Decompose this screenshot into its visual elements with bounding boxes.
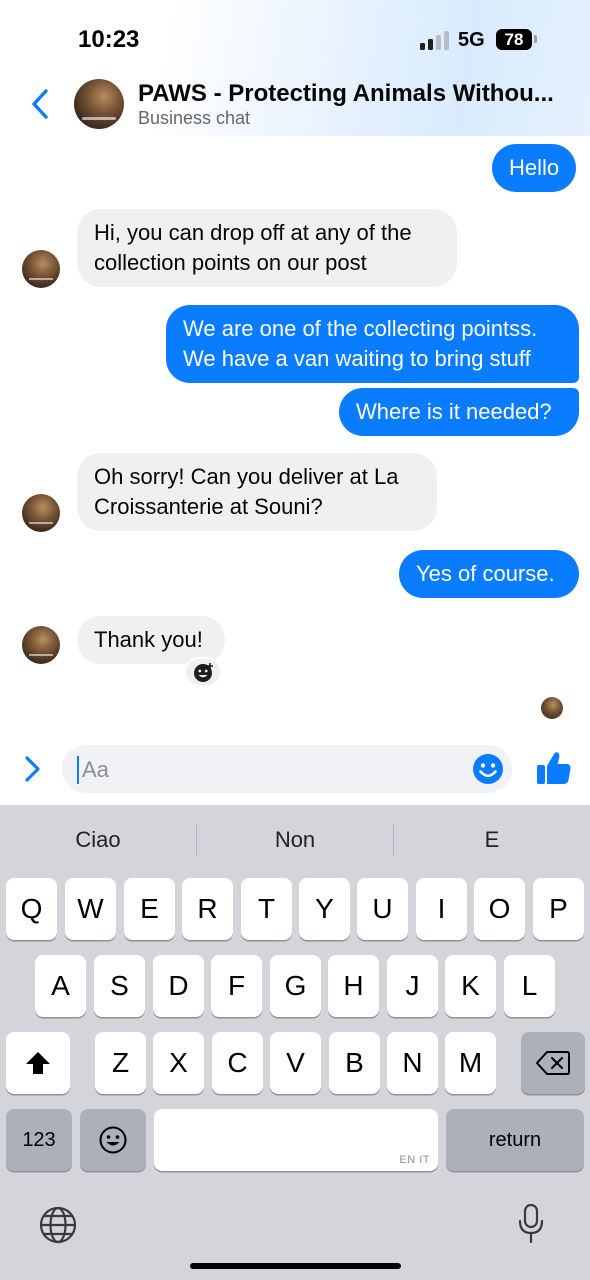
read-receipt-avatar bbox=[541, 697, 563, 719]
chat-subtitle: Business chat bbox=[138, 108, 251, 128]
key-p[interactable]: P bbox=[533, 878, 584, 940]
microphone-icon[interactable] bbox=[516, 1202, 546, 1246]
message-line: We are one of the collecting pointss. bbox=[183, 316, 538, 341]
sender-avatar[interactable] bbox=[22, 250, 60, 288]
key-o[interactable]: O bbox=[474, 878, 525, 940]
key-d[interactable]: D bbox=[153, 955, 204, 1017]
message-line: We have a van waiting to bring stuff bbox=[183, 346, 531, 371]
message-text: Hello bbox=[509, 155, 560, 180]
key-t[interactable]: T bbox=[241, 878, 292, 940]
chevron-left-icon[interactable] bbox=[26, 84, 56, 124]
key-r[interactable]: R bbox=[182, 878, 233, 940]
key-b[interactable]: B bbox=[329, 1032, 380, 1094]
backspace-icon bbox=[536, 1051, 570, 1075]
key-v[interactable]: V bbox=[270, 1032, 321, 1094]
message-text: Thank you! bbox=[94, 627, 203, 652]
key-w[interactable]: W bbox=[65, 878, 116, 940]
message-bubble-incoming[interactable]: Oh sorry! Can you deliver at La Croissan… bbox=[77, 453, 437, 531]
key-s[interactable]: S bbox=[94, 955, 145, 1017]
space-key[interactable]: EN IT bbox=[154, 1109, 438, 1171]
message-line: Oh sorry! Can you deliver at La bbox=[94, 464, 399, 489]
key-x[interactable]: X bbox=[153, 1032, 204, 1094]
sender-avatar[interactable] bbox=[22, 626, 60, 664]
text-caret bbox=[77, 756, 79, 784]
sender-avatar[interactable] bbox=[22, 494, 60, 532]
message-bubble-incoming[interactable]: Hi, you can drop off at any of the colle… bbox=[77, 209, 457, 287]
message-input[interactable] bbox=[62, 745, 512, 793]
key-k[interactable]: K bbox=[445, 955, 496, 1017]
key-n[interactable]: N bbox=[387, 1032, 438, 1094]
key-q[interactable]: Q bbox=[6, 878, 57, 940]
suggestion-3[interactable]: E bbox=[394, 827, 590, 853]
key-l[interactable]: L bbox=[504, 955, 555, 1017]
return-key[interactable]: return bbox=[446, 1109, 584, 1171]
backspace-key[interactable] bbox=[521, 1032, 585, 1094]
cellular-signal-icon bbox=[420, 30, 450, 50]
keyboard: Ciao Non E Q W E R T Y U I O P A S D F G… bbox=[0, 805, 590, 1280]
message-line: Croissanterie at Souni? bbox=[94, 494, 323, 519]
globe-icon[interactable] bbox=[38, 1205, 78, 1245]
key-e[interactable]: E bbox=[124, 878, 175, 940]
message-line: collection points on our post bbox=[94, 250, 367, 275]
message-input-placeholder: Aa bbox=[82, 757, 109, 782]
battery-tip bbox=[534, 35, 537, 43]
react-emoji-icon bbox=[194, 663, 213, 682]
key-f[interactable]: F bbox=[211, 955, 262, 1017]
status-time: 10:23 bbox=[78, 26, 140, 53]
suggestion-1[interactable]: Ciao bbox=[0, 827, 196, 853]
key-c[interactable]: C bbox=[212, 1032, 263, 1094]
key-i[interactable]: I bbox=[416, 878, 467, 940]
keyboard-emoji-icon bbox=[99, 1126, 127, 1154]
battery-indicator: 78 bbox=[496, 29, 532, 50]
shift-key[interactable] bbox=[6, 1032, 70, 1094]
key-h[interactable]: H bbox=[328, 955, 379, 1017]
key-z[interactable]: Z bbox=[95, 1032, 146, 1094]
key-u[interactable]: U bbox=[357, 878, 408, 940]
suggestion-2[interactable]: Non bbox=[197, 827, 393, 853]
message-bubble-outgoing[interactable]: Where is it needed? bbox=[339, 388, 579, 436]
network-type: 5G bbox=[458, 29, 485, 51]
message-bubble-outgoing[interactable]: We are one of the collecting pointss. We… bbox=[166, 305, 579, 383]
key-m[interactable]: M bbox=[445, 1032, 496, 1094]
contact-avatar[interactable] bbox=[74, 79, 124, 129]
message-bubble-outgoing[interactable]: Yes of course. bbox=[399, 550, 579, 598]
key-g[interactable]: G bbox=[270, 955, 321, 1017]
key-y[interactable]: Y bbox=[299, 878, 350, 940]
space-language-label: EN IT bbox=[399, 1154, 430, 1166]
shift-icon bbox=[26, 1052, 50, 1074]
key-j[interactable]: J bbox=[387, 955, 438, 1017]
emoji-key[interactable] bbox=[80, 1109, 146, 1171]
key-a[interactable]: A bbox=[35, 955, 86, 1017]
message-text: Yes of course. bbox=[416, 561, 555, 586]
numbers-key[interactable]: 123 bbox=[6, 1109, 72, 1171]
message-text: Where is it needed? bbox=[356, 399, 552, 424]
home-indicator bbox=[190, 1263, 401, 1269]
emoji-icon[interactable] bbox=[472, 753, 504, 785]
message-bubble-outgoing[interactable]: Hello bbox=[492, 144, 577, 192]
chat-header: 10:23 5G 78 PAWS - Protecting Animals Wi… bbox=[0, 0, 590, 136]
add-reaction-button[interactable] bbox=[184, 657, 222, 687]
chevron-right-icon[interactable] bbox=[18, 753, 46, 785]
thumbs-up-icon[interactable] bbox=[534, 748, 574, 788]
chat-title[interactable]: PAWS - Protecting Animals Withou... bbox=[138, 80, 578, 108]
message-line: Hi, you can drop off at any of the bbox=[94, 220, 412, 245]
